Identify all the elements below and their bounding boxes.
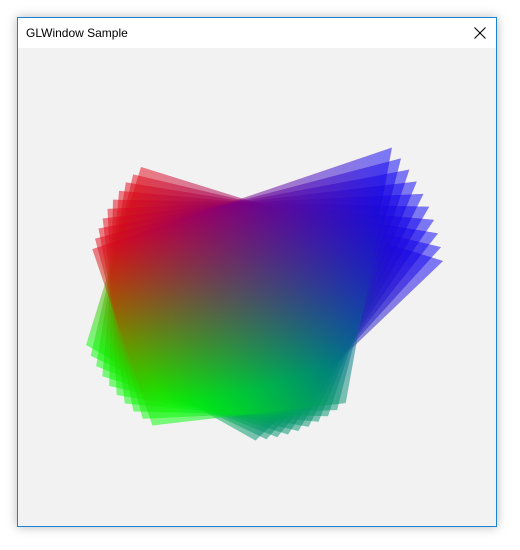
close-button[interactable]	[464, 18, 496, 48]
triangle-render	[86, 147, 443, 441]
gl-canvas[interactable]	[18, 48, 496, 526]
title-bar[interactable]: GLWindow Sample	[18, 18, 496, 48]
window-title: GLWindow Sample	[26, 26, 128, 40]
app-window: GLWindow Sample	[17, 17, 497, 527]
close-icon	[474, 27, 486, 39]
